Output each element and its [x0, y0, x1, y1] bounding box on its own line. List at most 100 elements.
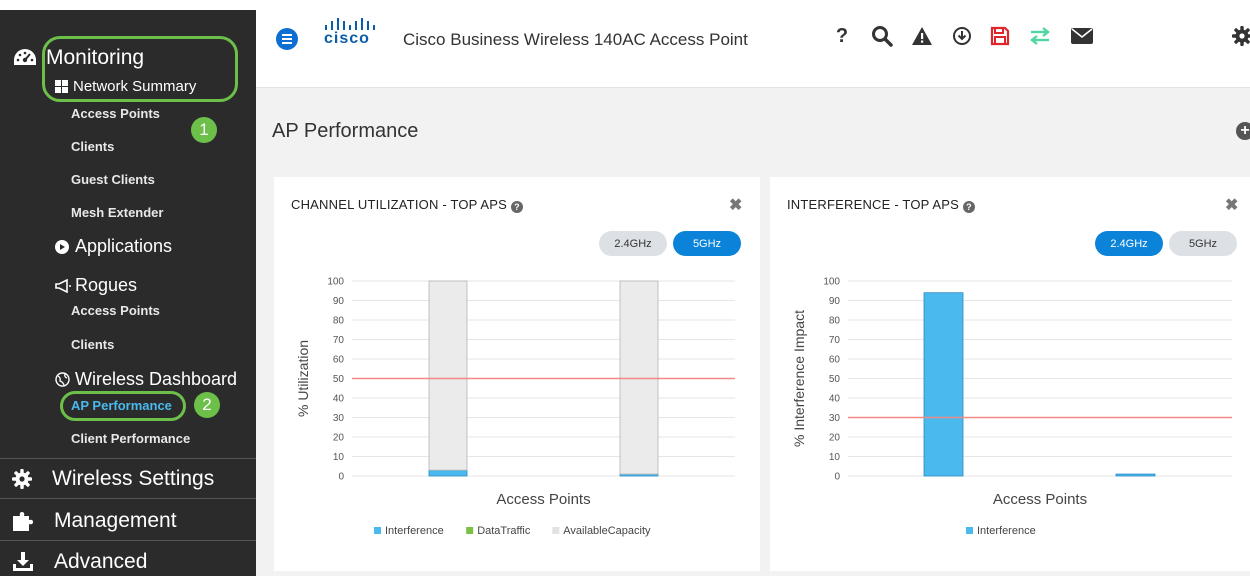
badge-label: 2	[202, 395, 212, 414]
sidebar-item-wireless-dashboard[interactable]: Wireless Dashboard	[55, 369, 237, 390]
sidebar-item-rogue-access-points[interactable]: Access Points	[71, 303, 160, 318]
legend-label: AvailableCapacity	[563, 525, 651, 537]
channel-utilization-panel: CHANNEL UTILIZATION - TOP APS? ✖ 2.4GHz …	[274, 177, 760, 571]
sidebar-item-client-performance[interactable]: Client Performance	[71, 431, 190, 446]
x-axis-label: Access Points	[496, 491, 590, 508]
y-tick-label: 100	[823, 277, 840, 288]
panel-title: CHANNEL UTILIZATION - TOP APS?	[291, 197, 524, 213]
y-axis-label: % Interference Impact	[791, 310, 807, 447]
sidebar-item-rogue-clients[interactable]: Clients	[71, 337, 114, 352]
y-tick-label: 90	[333, 296, 345, 307]
download-tray-icon	[12, 552, 34, 572]
mail-icon[interactable]	[1068, 22, 1096, 50]
step-badge-1: 1	[191, 117, 217, 143]
play-circle-icon	[55, 239, 69, 254]
app-title: Cisco Business Wireless 140AC Access Poi…	[403, 30, 748, 49]
cisco-wordmark: cisco	[324, 30, 370, 47]
y-tick-label: 50	[333, 374, 345, 385]
y-tick-label: 60	[333, 355, 345, 366]
legend-swatch	[466, 527, 474, 534]
y-tick-label: 40	[829, 394, 841, 405]
sidebar-item-label: Clients	[71, 139, 115, 154]
sidebar-item-guest-clients[interactable]: Guest Clients	[71, 172, 155, 187]
sidebar-item-clients[interactable]: Clients	[71, 139, 114, 154]
y-tick-label: 20	[829, 433, 841, 444]
sidebar-item-label: Client Performance	[71, 431, 191, 446]
toggle-2-4ghz[interactable]: 2.4GHz	[1095, 231, 1163, 256]
sidebar-item-rogues[interactable]: Rogues	[55, 275, 137, 296]
main-content: AP Performance + CHANNEL UTILIZATION - T…	[256, 88, 1250, 576]
dashboard-icon	[12, 47, 38, 69]
toggle-5ghz[interactable]: 5GHz	[1169, 231, 1237, 256]
panel-title-text: INTERFERENCE - TOP APS	[787, 197, 959, 212]
y-tick-label: 70	[829, 335, 841, 346]
sidebar: Monitoring Network Summary Access Points…	[0, 0, 256, 576]
legend-swatch	[552, 527, 560, 534]
menu-line	[282, 34, 292, 36]
y-tick-label: 50	[829, 374, 841, 385]
bar-interference	[428, 469, 468, 477]
sidebar-item-applications[interactable]: Applications	[55, 236, 172, 257]
y-tick-label: 80	[333, 316, 345, 327]
sidebar-item-label: Access Points	[71, 303, 160, 318]
y-tick-label: 0	[338, 472, 344, 483]
sidebar-item-label: Management	[54, 509, 177, 532]
sidebar-item-access-points[interactable]: Access Points	[71, 106, 160, 121]
y-tick-label: 100	[327, 277, 344, 288]
transfer-icon[interactable]	[1026, 22, 1054, 50]
y-tick-label: 10	[333, 452, 345, 463]
x-axis-label: Access Points	[993, 491, 1087, 508]
puzzle-icon	[12, 510, 34, 532]
page-title: AP Performance	[272, 120, 419, 142]
add-widget-icon[interactable]: +	[1236, 122, 1250, 140]
legend-label: Interference	[385, 525, 444, 537]
sidebar-item-label: Applications	[75, 236, 173, 256]
y-tick-label: 30	[829, 413, 841, 424]
bar-availablecapacity	[619, 280, 659, 475]
sidebar-item-wireless-settings[interactable]: Wireless Settings	[12, 467, 214, 491]
panel-title-text: CHANNEL UTILIZATION - TOP APS	[291, 197, 508, 212]
sidebar-item-mesh-extender[interactable]: Mesh Extender	[71, 205, 163, 220]
menu-line	[282, 42, 292, 44]
sidebar-divider	[0, 458, 256, 459]
download-icon[interactable]	[948, 22, 976, 50]
sidebar-item-management[interactable]: Management	[12, 509, 177, 533]
y-tick-label: 10	[829, 452, 841, 463]
y-tick-label: 70	[333, 335, 345, 346]
toggle-5ghz[interactable]: 5GHz	[673, 231, 741, 256]
question-circle-icon[interactable]: ?	[511, 201, 524, 213]
help-icon[interactable]: ?	[828, 22, 856, 50]
sidebar-item-label: Wireless Dashboard	[75, 369, 238, 389]
bar-interference	[1115, 473, 1156, 477]
megaphone-icon	[55, 278, 71, 293]
legend-swatch	[374, 527, 381, 534]
sidebar-item-advanced[interactable]: Advanced	[12, 550, 147, 574]
save-icon[interactable]	[986, 22, 1014, 50]
sidebar-divider	[0, 498, 256, 499]
menu-toggle-button[interactable]	[276, 28, 298, 50]
interference-panel: INTERFERENCE - TOP APS? ✖ 2.4GHz 5GHz 0 1…	[770, 177, 1250, 571]
sidebar-item-label: Guest Clients	[71, 172, 155, 187]
search-icon[interactable]	[868, 22, 896, 50]
y-tick-label: 80	[829, 316, 841, 327]
sidebar-item-label: Mesh Extender	[71, 205, 164, 220]
legend-label: Interference	[977, 525, 1036, 537]
legend-swatch	[966, 527, 973, 534]
bar-availablecapacity	[428, 280, 468, 471]
close-icon[interactable]: ✖	[729, 195, 742, 215]
sidebar-item-label: Advanced	[54, 550, 148, 573]
sidebar-top-strip	[0, 0, 256, 10]
question-circle-icon[interactable]: ?	[963, 201, 975, 213]
sidebar-item-label: Clients	[71, 337, 115, 352]
step-badge-2: 2	[194, 392, 220, 418]
y-tick-label: 20	[333, 433, 345, 444]
alert-icon[interactable]	[908, 22, 936, 50]
highlight-oval-monitoring	[42, 36, 238, 102]
sidebar-item-label: Access Points	[71, 106, 160, 121]
y-tick-label: 0	[834, 472, 840, 483]
toggle-2-4ghz[interactable]: 2.4GHz	[599, 231, 667, 256]
gear-icon[interactable]	[1228, 22, 1250, 50]
y-tick-label: 90	[829, 296, 841, 307]
badge-label: 1	[199, 120, 209, 139]
close-icon[interactable]: ✖	[1225, 195, 1238, 215]
